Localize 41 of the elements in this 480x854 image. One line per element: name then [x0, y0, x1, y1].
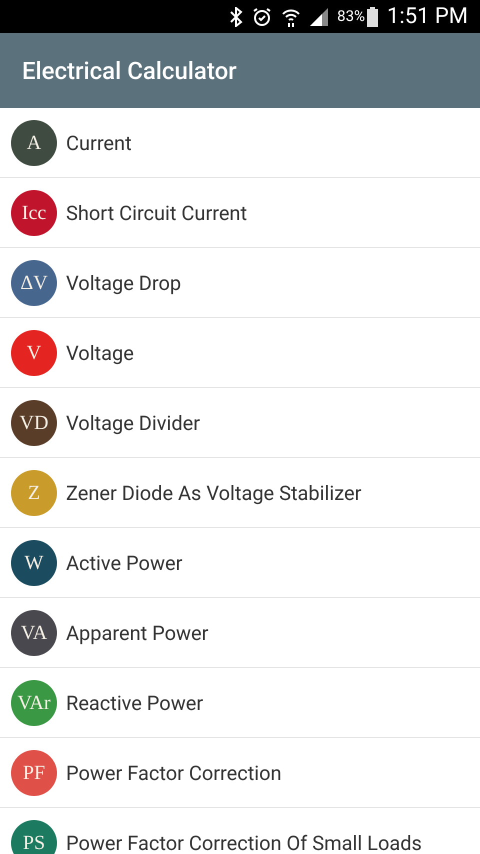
symbol-avatar: PS: [11, 820, 57, 854]
symbol-avatar: V: [11, 330, 57, 376]
list-item[interactable]: VA Apparent Power: [0, 598, 480, 668]
alarm-icon: [252, 6, 272, 26]
symbol-avatar: VAr: [11, 680, 57, 726]
clock: 1:51 PM: [387, 6, 468, 28]
item-label: Voltage Divider: [66, 410, 200, 436]
list-item[interactable]: PS Power Factor Correction Of Small Loads: [0, 808, 480, 854]
symbol-avatar: VD: [11, 400, 57, 446]
list-item[interactable]: Z Zener Diode As Voltage Stabilizer: [0, 458, 480, 528]
symbol-avatar: ΔV: [11, 260, 57, 306]
symbol-avatar: A: [11, 120, 57, 166]
item-label: Power Factor Correction: [66, 760, 282, 786]
list-item[interactable]: VAr Reactive Power: [0, 668, 480, 738]
symbol-avatar: Icc: [11, 190, 57, 236]
list-item[interactable]: VD Voltage Divider: [0, 388, 480, 458]
list-item[interactable]: ΔV Voltage Drop: [0, 248, 480, 318]
symbol-avatar: Z: [11, 470, 57, 516]
item-label: Voltage: [66, 340, 134, 366]
item-label: Current: [66, 130, 132, 156]
item-label: Short Circuit Current: [66, 200, 248, 226]
item-label: Zener Diode As Voltage Stabilizer: [66, 480, 362, 506]
item-label: Power Factor Correction Of Small Loads: [66, 830, 422, 854]
list-item[interactable]: Icc Short Circuit Current: [0, 178, 480, 248]
list-item[interactable]: W Active Power: [0, 528, 480, 598]
list-item[interactable]: PF Power Factor Correction: [0, 738, 480, 808]
list-item[interactable]: V Voltage: [0, 318, 480, 388]
symbol-avatar: VA: [11, 610, 57, 656]
symbol-avatar: PF: [11, 750, 57, 796]
symbol-avatar: W: [11, 540, 57, 586]
signal-icon: [310, 8, 328, 26]
bluetooth-icon: [229, 6, 244, 26]
app-title: Electrical Calculator: [22, 56, 237, 86]
item-label: Reactive Power: [66, 690, 204, 716]
wifi-icon: [281, 6, 302, 26]
list-item[interactable]: A Current: [0, 108, 480, 178]
item-label: Active Power: [66, 550, 182, 576]
item-label: Apparent Power: [66, 620, 208, 646]
item-label: Voltage Drop: [66, 270, 182, 296]
battery-icon: [367, 6, 378, 26]
battery-percent: 83%: [337, 6, 366, 28]
